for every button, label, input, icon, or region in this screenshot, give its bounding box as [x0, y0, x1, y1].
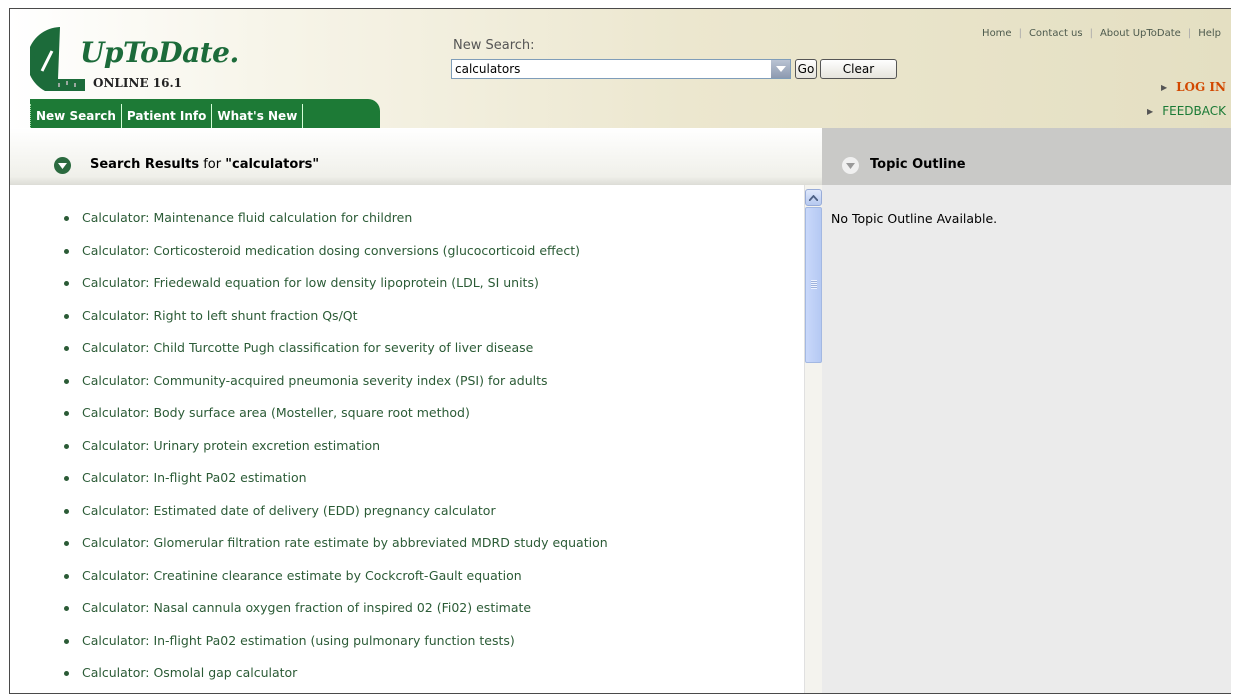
search-results-header: Search Results for "calculators" — [10, 128, 822, 185]
results-title-for: for — [199, 157, 226, 172]
help-link[interactable]: Help — [1198, 28, 1221, 39]
result-link[interactable]: Calculator: Urinary protein excretion es… — [82, 438, 380, 453]
tab-patient-info[interactable]: Patient Info — [122, 104, 213, 128]
link-separator: | — [1018, 28, 1022, 39]
result-link[interactable]: Calculator: Body surface area (Mosteller… — [82, 405, 470, 420]
results-scrollbar[interactable] — [804, 185, 822, 693]
feedback-link[interactable]: ▶ FEEDBACK — [1147, 104, 1226, 118]
result-item[interactable]: Calculator: Creatinine clearance estimat… — [54, 568, 608, 601]
feedback-label: FEEDBACK — [1162, 104, 1226, 118]
result-item[interactable]: Calculator: In-flight Pa02 estimation (u… — [54, 633, 608, 666]
bullet-icon — [64, 248, 69, 254]
result-link[interactable]: Calculator: Right to left shunt fraction… — [82, 308, 358, 323]
result-item[interactable]: Calculator: Friedewald equation for low … — [54, 275, 608, 308]
scroll-up-button[interactable] — [805, 189, 822, 206]
search-results-list: Calculator: Maintenance fluid calculatio… — [10, 185, 804, 693]
result-link[interactable]: Calculator: Friedewald equation for low … — [82, 275, 539, 290]
result-item[interactable]: Calculator: Right to left shunt fraction… — [54, 308, 608, 341]
login-link[interactable]: ▶ LOG IN — [1161, 80, 1226, 94]
topic-outline-header: Topic Outline — [822, 128, 1231, 185]
chevron-up-icon — [809, 194, 818, 201]
logo[interactable]: UpToDate. ONLINE 16.1 — [30, 21, 239, 93]
result-link[interactable]: Calculator: In-flight Pa02 estimation — [82, 470, 307, 485]
result-item[interactable]: Calculator: Community-acquired pneumonia… — [54, 373, 608, 406]
result-item[interactable]: Calculator: Glomerular filtration rate e… — [54, 535, 608, 568]
result-link[interactable]: Calculator: Nasal cannula oxygen fractio… — [82, 600, 531, 615]
collapse-arrow-icon[interactable] — [842, 157, 859, 174]
bullet-icon — [64, 606, 69, 611]
bullet-icon — [64, 378, 69, 384]
link-separator: | — [1187, 28, 1192, 39]
link-separator: | — [1089, 28, 1093, 39]
result-link[interactable]: Calculator: Glomerular filtration rate e… — [82, 535, 608, 550]
bullet-icon — [64, 508, 69, 514]
result-link[interactable]: Calculator: Child Turcotte Pugh classifi… — [82, 340, 533, 355]
result-link[interactable]: Calculator: Corticosteroid medication do… — [82, 243, 580, 258]
result-link[interactable]: Calculator: Creatinine clearance estimat… — [82, 568, 522, 583]
bullet-icon — [64, 541, 69, 546]
bullet-icon — [64, 313, 69, 319]
logo-title: UpToDate. — [80, 36, 239, 69]
collapse-arrow-icon[interactable] — [54, 157, 71, 174]
arrow-right-icon: ▶ — [1147, 106, 1154, 116]
bullet-icon — [64, 476, 69, 481]
tab-whats-new[interactable]: What's New — [212, 104, 304, 128]
bullet-icon — [64, 573, 69, 579]
search-dropdown-button[interactable] — [771, 60, 790, 78]
topic-outline-title: Topic Outline — [870, 157, 966, 172]
result-item[interactable]: Calculator: Nasal cannula oxygen fractio… — [54, 600, 608, 633]
result-link[interactable]: Calculator: Estimated date of delivery (… — [82, 503, 496, 518]
clear-button[interactable]: Clear — [820, 59, 897, 79]
logo-subtitle: ONLINE 16.1 — [93, 76, 182, 90]
bullet-icon — [64, 281, 69, 286]
contact-us-link[interactable]: Contact us — [1029, 28, 1083, 39]
bullet-icon — [64, 671, 69, 676]
result-link[interactable]: Calculator: In-flight Pa02 estimation (u… — [82, 633, 515, 648]
result-link[interactable]: Calculator: Community-acquired pneumonia… — [82, 373, 548, 388]
login-label: LOG IN — [1176, 80, 1226, 94]
result-link[interactable]: Calculator: Osmolal gap calculator — [82, 665, 297, 680]
top-links: Home | Contact us | About UpToDate | Help — [982, 28, 1221, 39]
app-frame: UpToDate. ONLINE 16.1 New Search: Go Cle… — [9, 8, 1231, 694]
go-button[interactable]: Go — [795, 59, 817, 79]
result-link[interactable]: Calculator: Maintenance fluid calculatio… — [82, 210, 412, 225]
chevron-down-icon — [775, 66, 786, 72]
result-item[interactable]: Calculator: Osmolal gap calculator — [54, 665, 608, 693]
result-item[interactable]: Calculator: Estimated date of delivery (… — [54, 503, 608, 536]
bullet-icon — [64, 346, 69, 351]
nav-tabs: New Search Patient Info What's New — [30, 99, 380, 128]
home-link[interactable]: Home — [982, 28, 1012, 39]
result-item[interactable]: Calculator: Urinary protein excretion es… — [54, 438, 608, 471]
tab-new-search[interactable]: New Search — [30, 104, 122, 128]
result-item[interactable]: Calculator: Child Turcotte Pugh classifi… — [54, 340, 608, 373]
results-query: "calculators" — [225, 157, 320, 172]
search-input[interactable] — [452, 60, 773, 78]
search-label: New Search: — [453, 38, 535, 53]
result-item[interactable]: Calculator: Maintenance fluid calculatio… — [54, 210, 608, 243]
bullet-icon — [64, 638, 69, 644]
no-outline-text: No Topic Outline Available. — [831, 211, 998, 226]
header: UpToDate. ONLINE 16.1 New Search: Go Cle… — [10, 9, 1231, 128]
result-item[interactable]: Calculator: In-flight Pa02 estimation — [54, 470, 608, 503]
results-title-bold: Search Results — [90, 157, 200, 172]
result-item[interactable]: Calculator: Corticosteroid medication do… — [54, 243, 608, 276]
bullet-icon — [64, 411, 69, 416]
scroll-thumb[interactable] — [805, 207, 822, 363]
result-item[interactable]: Calculator: Body surface area (Mosteller… — [54, 405, 608, 438]
arrow-right-icon: ▶ — [1160, 82, 1168, 92]
search-combobox[interactable] — [451, 59, 791, 79]
bullet-icon — [64, 443, 69, 449]
search-results-title: Search Results for "calculators" — [90, 157, 319, 172]
about-link[interactable]: About UpToDate — [1100, 28, 1181, 39]
grip-icon — [811, 280, 817, 289]
topic-outline-panel: No Topic Outline Available. — [822, 185, 1231, 693]
bullet-icon — [64, 216, 69, 221]
